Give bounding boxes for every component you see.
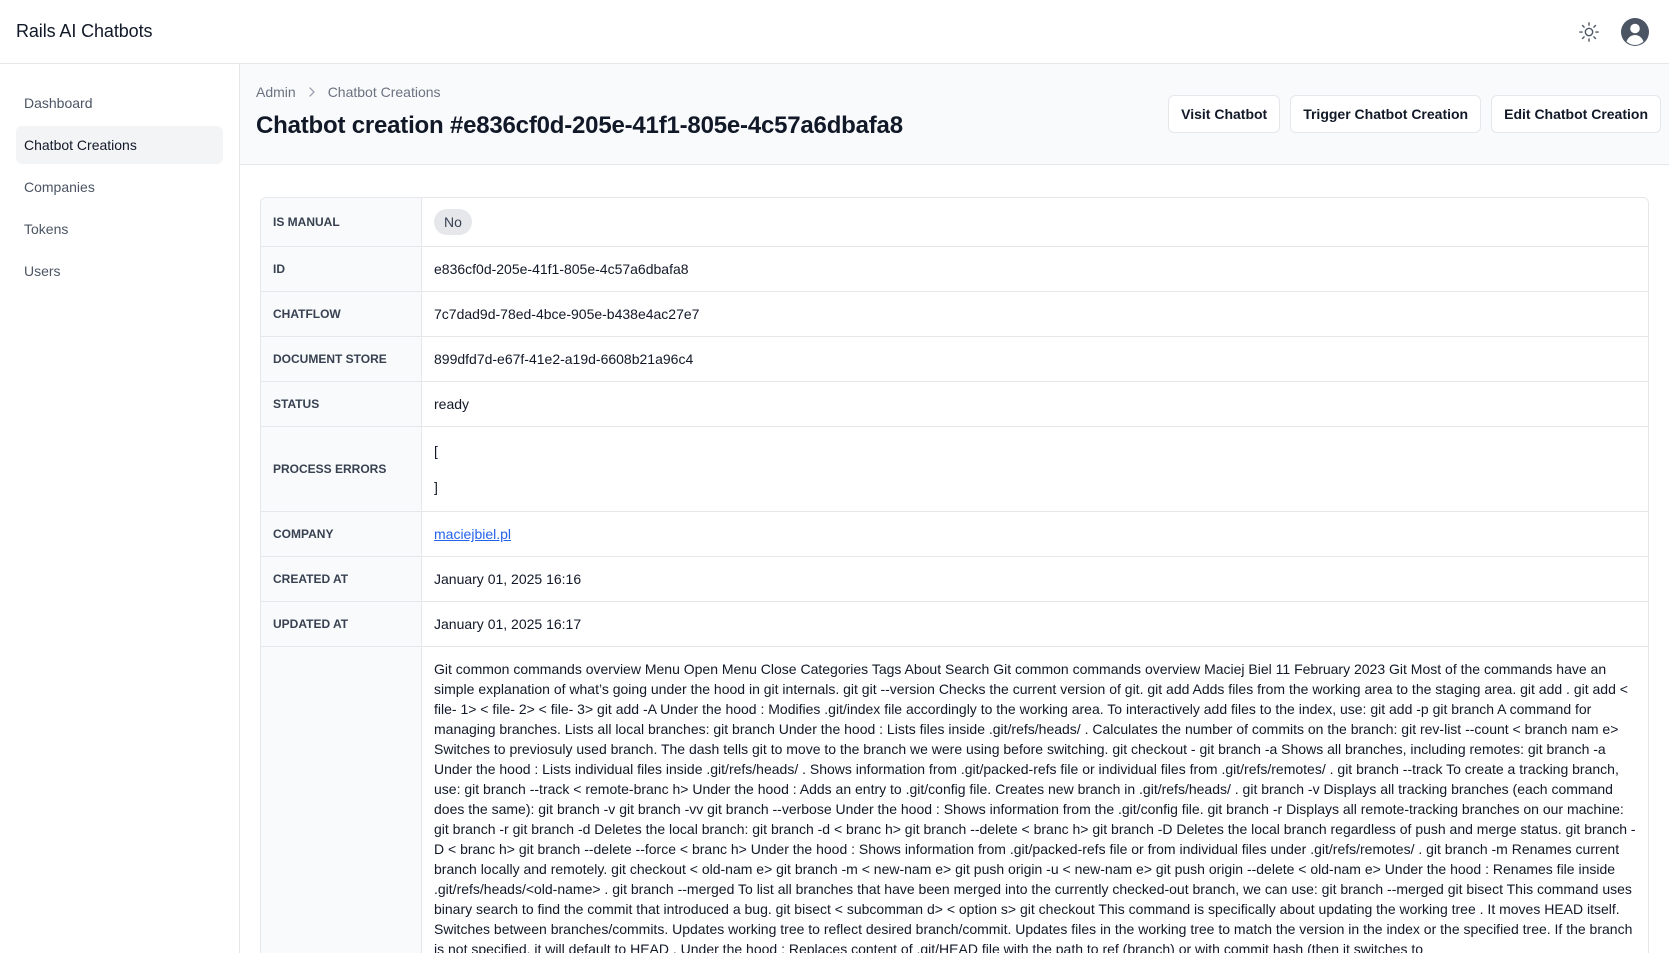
trigger-chatbot-creation-button[interactable]: Trigger Chatbot Creation	[1290, 95, 1482, 133]
detail-row-is-manual: IS MANUAL No	[261, 198, 1648, 247]
page-header: Admin Chatbot Creations Chatbot creation…	[240, 64, 1669, 165]
detail-value: January 01, 2025 16:17	[434, 616, 582, 632]
sun-icon	[1579, 21, 1599, 42]
avatar-icon	[1621, 17, 1649, 46]
detail-value: 7c7dad9d-78ed-4bce-905e-b438e4ac27e7	[434, 306, 700, 322]
detail-row-id: ID e836cf0d-205e-41f1-805e-4c57a6dbafa8	[261, 247, 1648, 292]
errors-close-bracket: ]	[434, 479, 438, 495]
detail-row-company: COMPANY maciejbiel.pl	[261, 512, 1648, 557]
detail-label: UPDATED AT	[261, 602, 422, 646]
detail-row-chatflow: CHATFLOW 7c7dad9d-78ed-4bce-905e-b438e4a…	[261, 292, 1648, 337]
detail-row-process-errors: PROCESS ERRORS [ ]	[261, 427, 1648, 512]
visit-chatbot-button[interactable]: Visit Chatbot	[1168, 95, 1281, 133]
detail-value: e836cf0d-205e-41f1-805e-4c57a6dbafa8	[434, 261, 689, 277]
detail-label: DOCUMENT STORE	[261, 337, 422, 381]
sidebar: Dashboard Chatbot Creations Companies To…	[0, 64, 240, 953]
chevron-right-icon	[309, 87, 315, 97]
detail-row-created-at: CREATED AT January 01, 2025 16:16	[261, 557, 1648, 602]
header-actions: Visit Chatbot Trigger Chatbot Creation E…	[1168, 95, 1661, 133]
sidebar-item-chatbot-creations[interactable]: Chatbot Creations	[16, 126, 223, 164]
breadcrumb-admin[interactable]: Admin	[256, 84, 296, 100]
detail-value: January 01, 2025 16:16	[434, 571, 582, 587]
sidebar-item-tokens[interactable]: Tokens	[16, 210, 223, 248]
details-table: IS MANUAL No ID e836cf0d-205e-41f1-805e-…	[260, 197, 1649, 953]
content-text: Git common commands overview Menu Open M…	[434, 661, 1636, 953]
detail-label	[261, 647, 422, 953]
detail-label: STATUS	[261, 382, 422, 426]
detail-label: CREATED AT	[261, 557, 422, 601]
detail-label: ID	[261, 247, 422, 291]
edit-chatbot-creation-button[interactable]: Edit Chatbot Creation	[1491, 95, 1661, 133]
detail-value: No	[422, 198, 1648, 246]
top-navbar: Rails AI Chatbots	[0, 0, 1669, 64]
company-link[interactable]: maciejbiel.pl	[434, 526, 511, 542]
theme-toggle-button[interactable]	[1572, 15, 1606, 49]
detail-value: ready	[434, 396, 470, 412]
is-manual-badge: No	[434, 209, 472, 235]
detail-value: 899dfd7d-e67f-41e2-a19d-6608b21a96c4	[434, 351, 694, 367]
detail-row-updated-at: UPDATED AT January 01, 2025 16:17	[261, 602, 1648, 647]
sidebar-item-dashboard[interactable]: Dashboard	[16, 84, 223, 122]
main-content: Admin Chatbot Creations Chatbot creation…	[240, 64, 1669, 953]
detail-label: COMPANY	[261, 512, 422, 556]
detail-label: PROCESS ERRORS	[261, 427, 422, 511]
breadcrumb-chatbot-creations[interactable]: Chatbot Creations	[328, 84, 441, 100]
sidebar-item-users[interactable]: Users	[16, 252, 223, 290]
process-errors-value: [ ]	[422, 427, 1648, 511]
errors-open-bracket: [	[434, 443, 438, 459]
detail-row-content: Git common commands overview Menu Open M…	[261, 647, 1648, 953]
top-actions	[1572, 15, 1652, 49]
detail-row-status: STATUS ready	[261, 382, 1648, 427]
user-menu-button[interactable]	[1618, 15, 1652, 49]
detail-value: maciejbiel.pl	[422, 512, 1648, 556]
detail-row-document-store: DOCUMENT STORE 899dfd7d-e67f-41e2-a19d-6…	[261, 337, 1648, 382]
detail-label: CHATFLOW	[261, 292, 422, 336]
detail-label: IS MANUAL	[261, 198, 422, 246]
sidebar-item-companies[interactable]: Companies	[16, 168, 223, 206]
app-title[interactable]: Rails AI Chatbots	[16, 21, 152, 42]
